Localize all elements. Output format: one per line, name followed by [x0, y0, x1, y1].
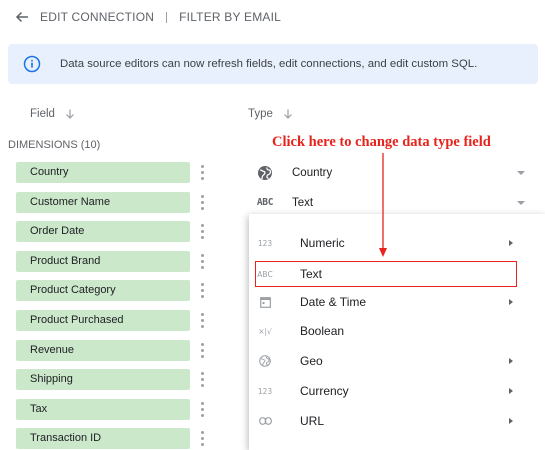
abc-icon: ABC	[256, 196, 274, 208]
chevron-right-icon	[509, 388, 513, 394]
menu-item-currency[interactable]: 123 Currency	[249, 378, 545, 404]
menu-item-label: Numeric	[300, 236, 345, 250]
field-chip[interactable]: Product Brand	[16, 250, 190, 272]
more-options-icon[interactable]	[196, 312, 208, 329]
calendar-icon	[254, 294, 276, 310]
menu-item-label: URL	[300, 414, 325, 428]
field-type-value: Country	[292, 167, 333, 179]
more-options-icon[interactable]	[196, 342, 208, 359]
field-column-label: Field	[30, 108, 55, 120]
menu-item-numeric[interactable]: 123 Numeric	[249, 230, 545, 256]
field-chip[interactable]: Revenue	[16, 339, 190, 361]
menu-item-boolean[interactable]: ×|√ Boolean	[249, 318, 545, 344]
type-dropdown-caret-icon[interactable]	[517, 200, 525, 205]
abc-icon: ABC	[257, 269, 273, 279]
sort-arrow-down-icon	[66, 109, 74, 119]
chevron-right-icon	[509, 418, 513, 424]
more-options-icon[interactable]	[196, 253, 208, 270]
field-row: Country Country	[0, 158, 545, 188]
menu-item-url[interactable]: URL	[249, 408, 545, 434]
more-options-icon[interactable]	[196, 282, 208, 299]
menu-item-label: Currency	[300, 384, 349, 398]
field-chip[interactable]: Transaction ID	[16, 428, 190, 450]
menu-item-geo[interactable]: Geo	[249, 348, 545, 374]
type-column-label: Type	[248, 108, 273, 120]
top-bar: EDIT CONNECTION FILTER BY EMAIL	[0, 0, 545, 34]
link-icon	[254, 413, 276, 429]
menu-item-label: Date & Time	[300, 295, 367, 309]
more-options-icon[interactable]	[196, 401, 208, 418]
type-dropdown-caret-icon[interactable]	[517, 171, 525, 175]
chevron-right-icon	[509, 358, 513, 364]
info-icon	[23, 55, 41, 73]
info-banner: Data source editors can now refresh fiel…	[8, 44, 538, 84]
field-row: Customer Name ABC Text	[0, 188, 545, 218]
field-type-value: Text	[292, 196, 314, 209]
data-type-menu: 123 Numeric ABC Text Date & Time ×|√ Boo…	[249, 214, 545, 450]
edit-connection-link[interactable]: EDIT CONNECTION	[40, 10, 154, 24]
numeric-icon: 123	[257, 238, 273, 248]
globe-icon	[256, 164, 274, 181]
chevron-right-icon	[509, 299, 513, 305]
globe-icon	[254, 353, 276, 369]
boolean-icon: ×|√	[258, 326, 272, 336]
field-chip[interactable]: Country	[16, 162, 190, 183]
filter-by-email-link[interactable]: FILTER BY EMAIL	[179, 10, 281, 24]
field-chip[interactable]: Product Category	[16, 280, 190, 302]
field-chip[interactable]: Customer Name	[16, 191, 190, 213]
field-column-header[interactable]: Field	[30, 108, 76, 120]
header-divider	[166, 11, 168, 23]
dimensions-section-label: DIMENSIONS (10)	[8, 139, 101, 151]
menu-item-label: Text	[300, 267, 323, 281]
banner-message: Data source editors can now refresh fiel…	[60, 58, 478, 70]
chevron-right-icon	[509, 240, 513, 246]
menu-item-text[interactable]: ABC Text	[255, 261, 517, 287]
field-chip[interactable]: Tax	[16, 398, 190, 420]
more-options-icon[interactable]	[196, 371, 208, 388]
more-options-icon[interactable]	[196, 223, 208, 240]
field-chip[interactable]: Product Purchased	[16, 309, 190, 331]
field-chip[interactable]: Order Date	[16, 221, 190, 243]
menu-item-label: Geo	[300, 354, 323, 368]
menu-item-date-time[interactable]: Date & Time	[249, 289, 545, 315]
currency-icon: 123	[257, 386, 273, 396]
more-options-icon[interactable]	[196, 194, 208, 211]
more-options-icon[interactable]	[196, 164, 208, 181]
field-chip[interactable]: Shipping	[16, 369, 190, 391]
annotation-arrow-icon	[379, 153, 387, 257]
sort-arrow-down-icon	[284, 109, 292, 119]
menu-item-label: Boolean	[300, 324, 345, 338]
more-options-icon[interactable]	[196, 430, 208, 447]
type-column-header[interactable]: Type	[248, 108, 294, 120]
annotation-callout: Click here to change data type field	[272, 134, 491, 150]
back-arrow-icon[interactable]	[14, 9, 30, 25]
